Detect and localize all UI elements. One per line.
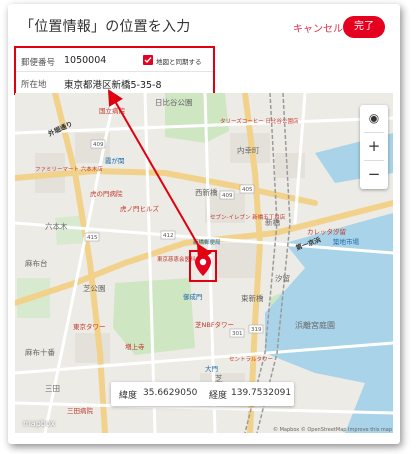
map-label: 東京タワー — [73, 323, 106, 331]
map-attribution[interactable]: © Mapbox © OpenStreetMap Improve this ma… — [273, 427, 392, 433]
map-label: セブン-イレブン 新橋五丁目店 — [210, 215, 286, 221]
map-zoom-controls: ◉ + − — [360, 105, 388, 189]
checkmark-icon — [144, 57, 152, 64]
postal-code-label: 郵便番号 — [21, 58, 56, 68]
zoom-out-button[interactable]: − — [360, 161, 388, 187]
sync-map-checkbox[interactable] — [143, 55, 153, 65]
locate-icon[interactable]: ◉ — [360, 105, 388, 131]
map-label: 三田 — [45, 384, 60, 393]
map-label: 日比谷公園 — [155, 98, 193, 107]
map-label: 大門 — [205, 365, 218, 373]
coordinate-readout: 緯度 35.6629050 経度 139.7532091 — [111, 382, 294, 406]
map-label: 築地市場 — [333, 238, 359, 246]
longitude-label: 経度 — [209, 391, 228, 401]
map-label: セントラルタワー — [229, 357, 274, 363]
map-label: タリーズコーヒー 日比谷公園店 — [220, 119, 299, 125]
route-number: 405 — [242, 187, 253, 193]
sync-map-label: 地図と同期する — [156, 58, 202, 66]
map-label: 内幸町 — [237, 146, 260, 155]
map-label: 虎の門病院 — [90, 190, 123, 198]
address-field[interactable]: 東京都港区新橋5-35-8 — [64, 77, 162, 91]
cancel-button[interactable]: キャンセル — [293, 20, 343, 35]
done-button[interactable]: 完了 — [343, 16, 385, 38]
route-number: 409 — [222, 193, 233, 199]
dialog-title: 「位置情報」の位置を入力 — [20, 19, 191, 35]
map-label: カレッタ汐留 — [307, 228, 346, 236]
location-dialog: 「位置情報」の位置を入力 キャンセル 完了 郵便番号 1050004 地図と同期… — [8, 4, 400, 444]
map-label: 虎ノ門ヒルズ — [120, 205, 159, 213]
address-row: 所在地 東京都港区新橋5-35-8 — [16, 72, 213, 94]
map-label: 芝NBFタワー — [195, 321, 235, 329]
map-label: 新橋郵便局 — [193, 240, 221, 246]
map-label: 増上寺 — [125, 343, 145, 351]
mapbox-logo: mapbox — [23, 419, 56, 428]
postal-code-field[interactable]: 1050004 — [64, 55, 106, 66]
address-label: 所在地 — [21, 80, 47, 90]
address-form: 郵便番号 1050004 地図と同期する 所在地 東京都港区新橋5-35-8 — [14, 46, 215, 95]
map-label: 御成門 — [183, 293, 203, 301]
route-number: 319 — [251, 327, 262, 333]
map-label: 芝公園 — [83, 284, 106, 293]
route-number: 409 — [93, 142, 104, 148]
map-pin-icon — [195, 254, 211, 276]
map-label: 浜離宮庭園 — [295, 321, 335, 330]
map-label: 麻布台 — [25, 259, 48, 268]
map-label: 西新橋 — [195, 188, 218, 197]
route-number: 415 — [87, 235, 98, 241]
map-label: 霞が関 — [105, 157, 125, 165]
postal-code-row: 郵便番号 1050004 地図と同期する — [16, 50, 213, 72]
map-label: 汐留 — [275, 274, 290, 283]
latitude-value: 35.6629050 — [143, 388, 198, 398]
dialog-header: 「位置情報」の位置を入力 キャンセル 完了 — [8, 4, 400, 46]
map-label: ファミリーマート 六本木店 — [35, 167, 103, 173]
zoom-in-button[interactable]: + — [360, 133, 388, 159]
map-label: 麻布十番 — [25, 348, 55, 357]
map-label: 東新橋 — [241, 294, 264, 303]
longitude-value: 139.7532091 — [231, 388, 292, 398]
map-label: 国立病院 — [99, 107, 125, 115]
map-label: 六本木 — [45, 222, 68, 231]
latitude-label: 緯度 — [119, 391, 138, 401]
map-label: 三田病院 — [67, 407, 93, 415]
location-pin[interactable] — [195, 254, 211, 280]
route-number: 412 — [163, 233, 174, 239]
route-number: 301 — [232, 331, 243, 337]
